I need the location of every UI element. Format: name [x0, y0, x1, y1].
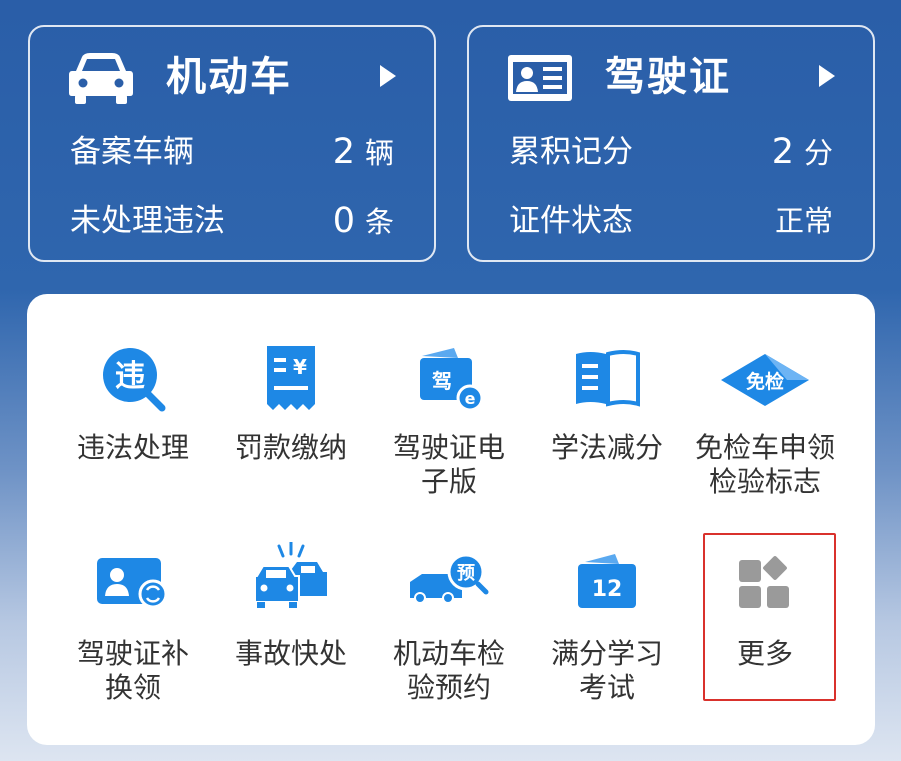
violation-icon-text: 违 — [115, 359, 145, 394]
function-inspection-appointment[interactable]: 预 机动车检 验预约 — [369, 550, 529, 710]
function-label: 违法处理 — [76, 431, 189, 464]
function-license-reissue[interactable]: 驾驶证补 换领 — [53, 550, 213, 710]
e-license-icon-text: 驾 — [432, 369, 452, 393]
vehicle-violation-label: 未处理违法 — [70, 203, 225, 239]
function-exempt-inspection[interactable]: 免检 免检车申领 检验标志 — [685, 344, 845, 504]
vehicle-registered-row: 备案车辆 2辆 — [70, 130, 394, 174]
function-label: 罚款缴纳 — [234, 431, 347, 464]
license-status-value: 正常 — [774, 204, 833, 238]
vehicle-card[interactable]: 机动车 备案车辆 2辆 未处理违法 0条 — [28, 25, 436, 262]
license-points-unit: 分 — [803, 136, 833, 170]
svg-text:e: e — [465, 389, 476, 408]
arrow-right-icon[interactable] — [380, 65, 396, 87]
function-label-line1: 免检车申领 — [694, 431, 835, 464]
function-label-line2: 考试 — [578, 671, 635, 704]
calendar-icon-text: 12 — [592, 577, 623, 602]
function-label-line1: 驾驶证电 — [392, 431, 505, 464]
license-reissue-icon — [97, 558, 168, 609]
function-accident-quick[interactable]: 事故快处 — [211, 542, 371, 690]
selection-highlight-box — [703, 533, 836, 701]
vehicle-card-title: 机动车 — [166, 54, 292, 100]
function-label: 学法减分 — [550, 431, 663, 464]
exempt-icon-text: 免检 — [746, 370, 784, 393]
license-card-title: 驾驶证 — [605, 54, 731, 100]
license-points-value: 2 — [771, 132, 794, 172]
truck-appointment-icon: 预 — [410, 553, 489, 604]
license-points-row: 累积记分 2分 — [509, 130, 833, 174]
function-label: 事故快处 — [234, 637, 347, 670]
function-fine-payment[interactable]: ¥ 罚款缴纳 — [211, 344, 371, 484]
vehicle-violation-count: 0 — [332, 201, 355, 241]
vehicle-card-header[interactable]: 机动车 — [30, 49, 434, 105]
license-points-label: 累积记分 — [509, 134, 633, 170]
function-full-score-study[interactable]: 12 满分学习 考试 — [527, 550, 687, 710]
function-label-line1: 满分学习 — [550, 637, 663, 670]
function-label-line1: 驾驶证补 — [76, 637, 189, 670]
arrow-right-icon[interactable] — [819, 65, 835, 87]
vehicle-violation-unit: 条 — [364, 205, 394, 239]
license-status-label: 证件状态 — [509, 203, 633, 239]
function-label-line2: 换领 — [104, 671, 161, 704]
accident-cars-icon — [254, 542, 327, 608]
function-label-line2: 验预约 — [406, 671, 491, 704]
vehicle-registered-unit: 辆 — [364, 136, 394, 170]
car-icon — [69, 53, 133, 104]
exempt-diamond-icon: 免检 — [721, 354, 809, 406]
function-e-license[interactable]: 驾 e 驾驶证电 子版 — [369, 344, 529, 504]
function-study-reduce-points[interactable]: 学法减分 — [527, 344, 687, 484]
vehicle-registered-label: 备案车辆 — [70, 134, 194, 170]
function-violation-handling[interactable]: 违 违法处理 — [53, 344, 213, 484]
function-label-line1: 机动车检 — [392, 637, 505, 670]
function-label-line2: 检验标志 — [708, 465, 821, 498]
yuan-icon-text: ¥ — [293, 355, 307, 379]
open-book-icon — [576, 350, 640, 407]
violation-magnifier-icon: 违 — [103, 348, 166, 412]
calendar-12-icon: 12 — [578, 554, 636, 608]
e-license-icon: 驾 e — [420, 348, 484, 412]
vehicle-violation-row: 未处理违法 0条 — [70, 199, 394, 243]
function-label-line2: 子版 — [420, 465, 477, 498]
license-card-header[interactable]: 驾驶证 — [469, 49, 873, 105]
license-card[interactable]: 驾驶证 累积记分 2分 证件状态 正常 — [467, 25, 875, 262]
id-card-icon — [508, 55, 572, 101]
license-status-row: 证件状态 正常 — [509, 199, 833, 243]
receipt-yuan-icon: ¥ — [267, 346, 315, 410]
vehicle-registered-count: 2 — [332, 132, 355, 172]
appointment-icon-text: 预 — [457, 563, 475, 584]
